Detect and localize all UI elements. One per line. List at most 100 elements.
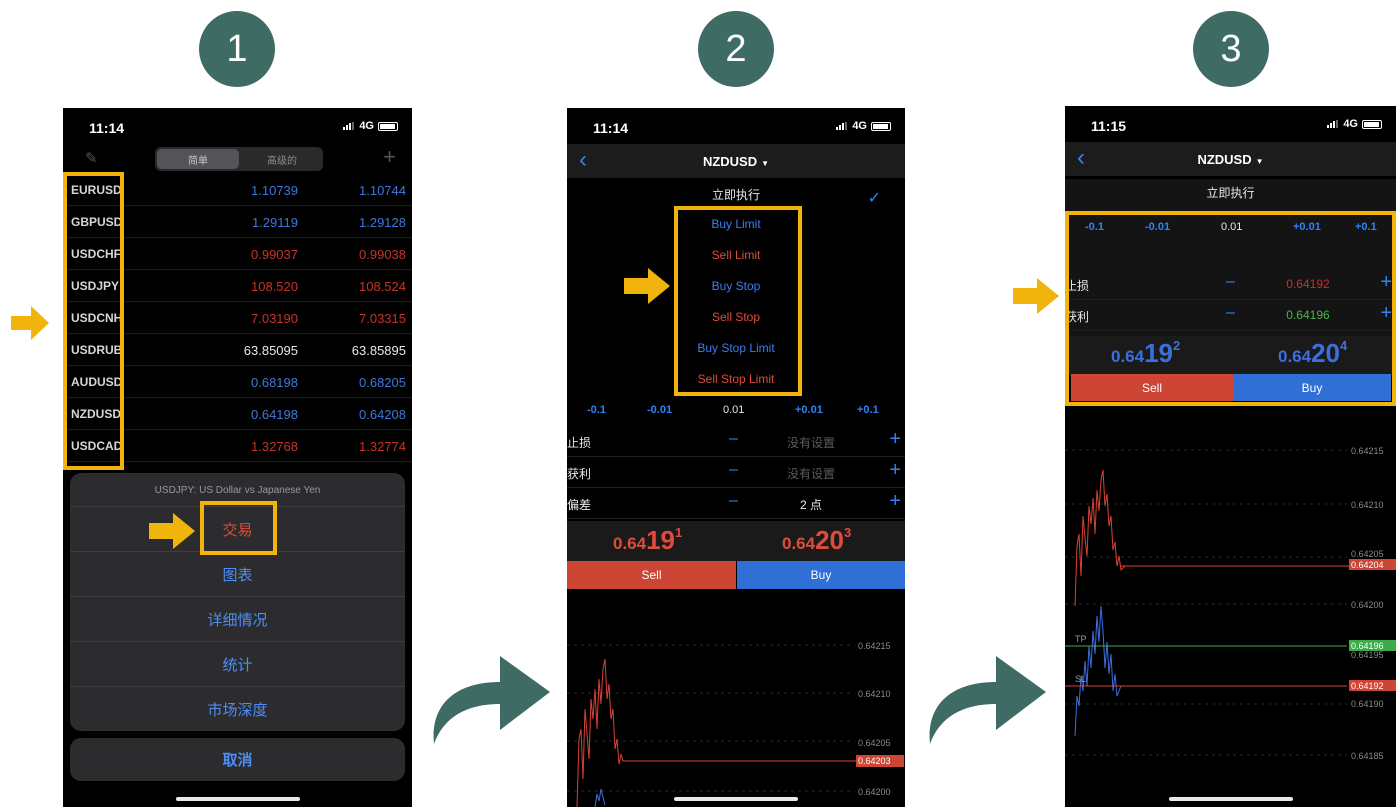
order-type-instant[interactable]: 立即执行 [1065,184,1396,201]
status-time: 11:14 [89,120,125,136]
step-3-badge: 3 [1193,11,1269,87]
chart-level: 0.64215 [858,641,891,651]
sell-button[interactable]: Sell [567,561,736,589]
sell-button-label: Sell [641,568,662,582]
network-type: 4G [1343,118,1358,130]
highlight-order-types [674,206,802,396]
buy-price-fraction: 3 [844,525,852,540]
decrease-icon[interactable]: – [729,492,738,510]
symbol-title: NZDUSD [1197,152,1252,167]
quote-ask: 0.64208 [359,407,406,422]
param-value[interactable]: 没有设置 [761,465,861,482]
chart-level: 0.64205 [858,738,891,748]
cancel-button[interactable]: 取消 [70,738,405,781]
quote-bid: 0.99037 [251,247,298,262]
chart-level: 0.64200 [858,787,891,797]
buy-price: 0.64203 [782,525,851,556]
action-details-label: 详细情况 [207,611,268,629]
param-label: 获利 [567,467,592,481]
status-bar: 11:14 4G [567,108,905,144]
price-chart: 0.64215 0.64210 0.64205 0.64203 0.64200 [567,641,904,807]
network-type: 4G [359,120,374,132]
decrease-icon[interactable]: – [729,461,738,479]
quote-bid: 0.68198 [251,375,298,390]
chart-level: 0.64210 [858,689,891,699]
order-type-option[interactable]: 立即执行 [567,186,905,203]
volume-step-button[interactable]: -0.1 [587,404,606,416]
symbol-selector[interactable]: NZDUSD ▼ [1065,152,1396,167]
highlight-order-panel [1065,211,1396,406]
action-chart[interactable]: 图表 [70,551,405,596]
status-signal: 4G [1327,118,1382,130]
quote-ask: 1.32774 [359,439,406,454]
status-time: 11:14 [593,120,629,136]
sell-price-pips: 19 [646,525,676,555]
battery-icon [1362,119,1382,129]
quote-bid: 1.29119 [251,215,298,230]
nav-bar: ‹ NZDUSD ▼ [567,144,905,178]
volume-steps: -0.1 -0.01 0.01 +0.01 +0.1 [567,404,905,422]
param-value[interactable]: 2 点 [761,496,861,513]
symbol-selector[interactable]: NZDUSD ▼ [567,154,905,169]
quote-ask: 1.29128 [359,215,406,230]
edit-pencil-icon[interactable]: ✎ [85,149,98,167]
order-param-row: 偏差 – 2 点 + [567,488,905,519]
param-value[interactable]: 没有设置 [761,434,861,451]
next-step-arrow-icon [929,656,1046,744]
action-market-depth-label: 市场深度 [207,701,268,719]
chart-level: 0.64190 [1351,699,1384,709]
highlight-trade-action [200,501,277,555]
increase-icon[interactable]: + [889,428,901,451]
add-symbol-icon[interactable]: + [383,144,396,170]
take-profit-line-label: TP [1075,634,1087,644]
network-type: 4G [852,120,867,132]
chart-level: 0.64185 [1351,751,1384,761]
decrease-icon[interactable]: – [729,430,738,448]
volume-step-button[interactable]: 0.01 [723,404,744,416]
volume-step-button[interactable]: +0.1 [857,404,879,416]
chart-level: 0.64210 [1351,500,1384,510]
increase-icon[interactable]: + [889,459,901,482]
action-statistics[interactable]: 统计 [70,641,405,686]
order-param-row: 获利 – 没有设置 + [567,457,905,488]
increase-icon[interactable]: + [889,490,901,513]
chart-level: 0.64195 [1351,650,1384,660]
status-time: 11:15 [1091,118,1127,134]
action-market-depth[interactable]: 市场深度 [70,686,405,731]
tab-simple[interactable]: 简单 [157,149,239,169]
volume-step-button[interactable]: +0.01 [795,404,823,416]
quote-bid: 0.64198 [251,407,298,422]
battery-icon [378,121,398,131]
home-indicator [674,797,798,801]
pointer-arrow-icon [149,513,195,549]
pointer-arrow-icon [1013,278,1059,314]
buy-line [594,788,606,807]
volume-step-button[interactable]: -0.01 [647,404,672,416]
order-param-row: 止损 – 没有设置 + [567,426,905,457]
tab-advanced[interactable]: 高级的 [241,147,323,171]
quote-bid: 1.10739 [251,183,298,198]
status-signal: 4G [343,120,398,132]
sell-line [1074,469,1349,607]
price-panel: 0.64191 0.64203 [567,521,905,561]
buy-price-pips: 20 [815,525,845,555]
buy-button-label: Buy [810,568,832,582]
mode-segment: 简单 高级的 [155,147,323,171]
quote-ask: 108.524 [359,279,406,294]
pointer-arrow-icon [11,306,49,340]
quote-bid: 1.32768 [251,439,298,454]
step-1-badge: 1 [199,11,275,87]
buy-button[interactable]: Buy [737,561,905,589]
checkmark-icon: ✓ [867,190,881,207]
chart-level: 0.64215 [1351,446,1384,456]
nav-bar: ‹ NZDUSD ▼ [1065,142,1396,176]
status-bar: 11:14 4G [63,108,412,144]
quote-ask: 7.03315 [359,311,406,326]
home-indicator [1168,797,1293,801]
quote-bid: 7.03190 [251,311,298,326]
signal-icon [343,122,355,130]
quote-ask: 63.85895 [351,343,406,358]
action-details[interactable]: 详细情况 [70,596,405,641]
highlight-symbol-column [63,172,124,470]
home-indicator [175,797,300,801]
